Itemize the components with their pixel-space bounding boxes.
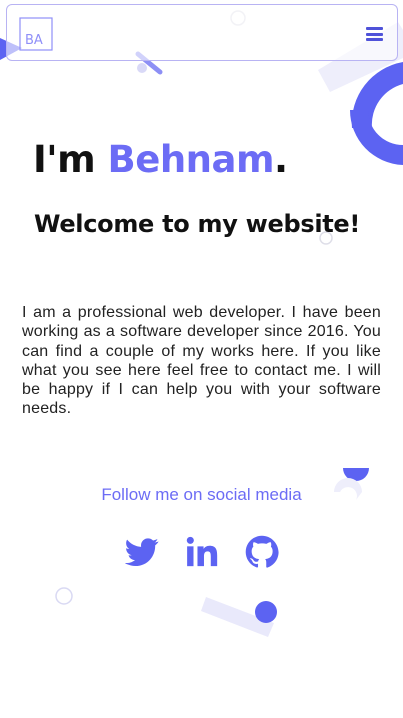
- hero-punct: .: [274, 138, 288, 181]
- welcome-subtitle: Welcome to my website!: [34, 210, 361, 238]
- logo-icon[interactable]: BA: [19, 17, 53, 51]
- hamburger-menu-icon[interactable]: [366, 27, 383, 41]
- follow-heading: Follow me on social media: [101, 485, 302, 504]
- hero-name: Behnam: [107, 138, 275, 181]
- twitter-icon[interactable]: [125, 535, 159, 569]
- greeting-prefix: I'm: [33, 138, 96, 181]
- bio-paragraph: I am a professional web developer. I hav…: [22, 304, 381, 418]
- navbar: BA: [6, 4, 398, 61]
- logo-text: BA: [25, 33, 43, 48]
- github-icon[interactable]: [245, 535, 279, 569]
- hero-heading: I'm Behnam.: [33, 138, 288, 181]
- linkedin-icon[interactable]: [185, 535, 219, 569]
